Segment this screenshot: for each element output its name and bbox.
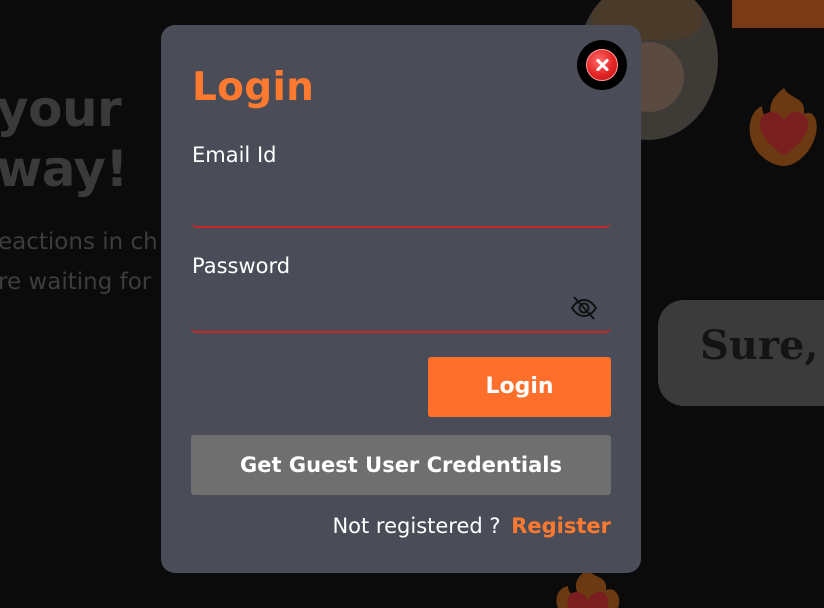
chat-bubble: Sure, s: [658, 300, 824, 406]
email-input[interactable]: [191, 188, 611, 228]
hero-headline-line-1: your: [0, 80, 122, 138]
modal-title: Login: [192, 65, 315, 110]
eye-slash-icon[interactable]: [569, 293, 599, 323]
guest-credentials-button[interactable]: Get Guest User Credentials: [191, 435, 611, 495]
chat-bubble-text: Sure, s: [700, 322, 824, 369]
password-label: Password: [192, 254, 291, 278]
login-button[interactable]: Login: [428, 357, 611, 417]
top-nav-button-partial: [732, 0, 824, 28]
close-icon: [586, 49, 618, 81]
hero-headline-line-2: way!: [0, 140, 128, 198]
close-button[interactable]: [577, 40, 627, 90]
register-row: Not registered ? Register: [332, 514, 611, 538]
fire-heart-bottom-icon: [556, 570, 620, 608]
password-input[interactable]: [191, 293, 611, 333]
email-label: Email Id: [192, 143, 277, 167]
hero-subtext-line-1: eactions in ch: [0, 229, 158, 255]
fire-heart-icon: [749, 88, 817, 166]
hero-subtext-line-2: re waiting for: [0, 269, 152, 295]
register-prompt: Not registered ?: [332, 514, 501, 538]
register-link[interactable]: Register: [511, 514, 611, 538]
login-modal: Login Email Id Password Login Get Guest …: [161, 25, 641, 573]
